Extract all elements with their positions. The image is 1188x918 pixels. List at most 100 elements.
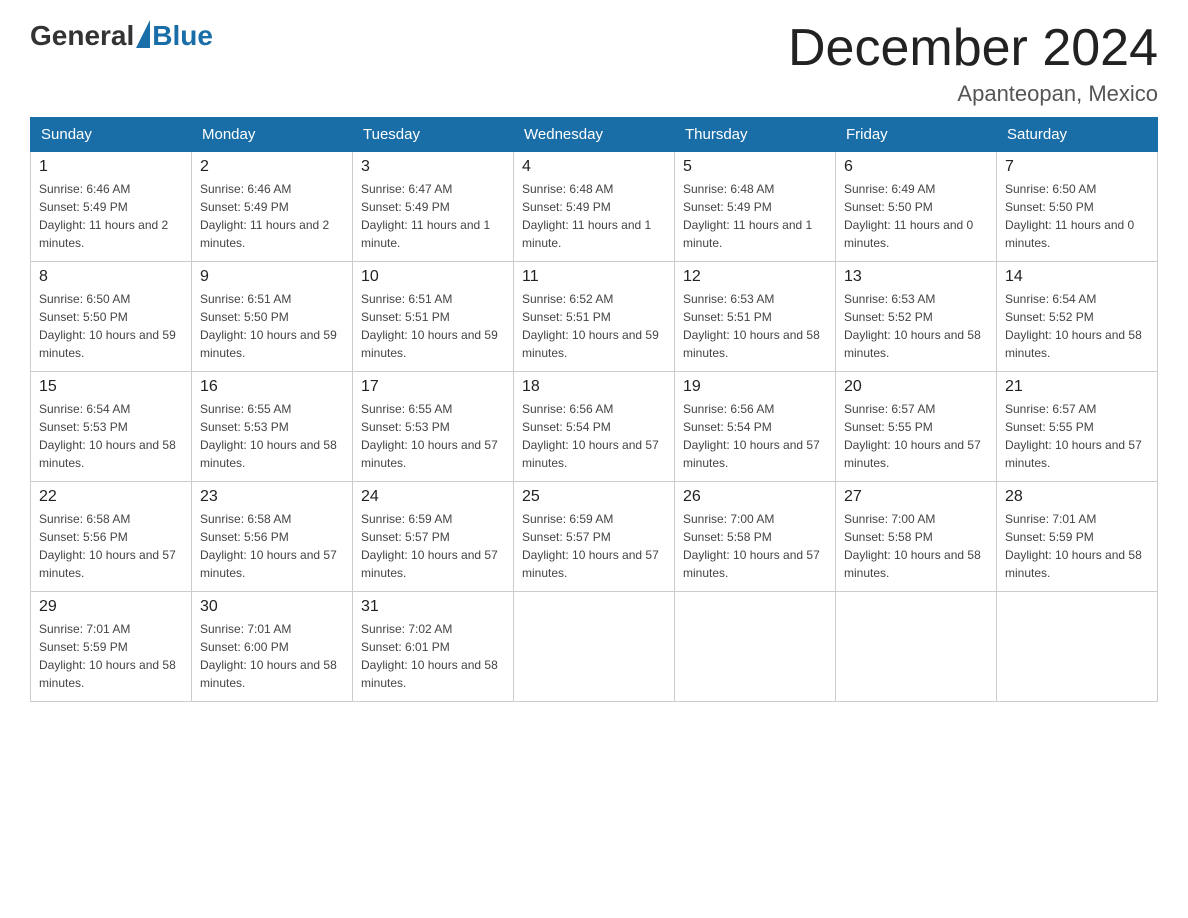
day-info: Sunrise: 6:53 AMSunset: 5:52 PMDaylight:… <box>844 290 988 362</box>
day-info: Sunrise: 6:57 AMSunset: 5:55 PMDaylight:… <box>844 400 988 472</box>
calendar-cell <box>997 592 1158 702</box>
day-info: Sunrise: 6:54 AMSunset: 5:52 PMDaylight:… <box>1005 290 1149 362</box>
calendar-cell: 7Sunrise: 6:50 AMSunset: 5:50 PMDaylight… <box>997 152 1158 262</box>
calendar-cell <box>675 592 836 702</box>
calendar-cell: 2 Sunrise: 6:46 AMSunset: 5:49 PMDaylight… <box>192 152 353 262</box>
day-info: Sunrise: 6:47 AMSunset: 5:49 PMDaylight:… <box>361 180 505 252</box>
day-info: Sunrise: 7:02 AMSunset: 6:01 PMDaylight:… <box>361 620 505 692</box>
day-number: 17 <box>361 378 505 396</box>
day-number: 24 <box>361 488 505 506</box>
header-day-tuesday: Tuesday <box>353 118 514 152</box>
day-number: 13 <box>844 268 988 286</box>
day-number: 16 <box>200 378 344 396</box>
day-number: 23 <box>200 488 344 506</box>
header-day-thursday: Thursday <box>675 118 836 152</box>
day-number: 22 <box>39 488 183 506</box>
calendar-cell: 27 Sunrise: 7:00 AMSunset: 5:58 PMDayligh… <box>836 482 997 592</box>
calendar-cell: 18 Sunrise: 6:56 AMSunset: 5:54 PMDayligh… <box>514 372 675 482</box>
month-title: December 2024 <box>788 20 1158 77</box>
day-number: 14 <box>1005 268 1149 286</box>
calendar-cell: 10 Sunrise: 6:51 AMSunset: 5:51 PMDayligh… <box>353 262 514 372</box>
day-number: 31 <box>361 598 505 616</box>
day-number: 10 <box>361 268 505 286</box>
calendar-cell: 13 Sunrise: 6:53 AMSunset: 5:52 PMDayligh… <box>836 262 997 372</box>
calendar-cell: 15 Sunrise: 6:54 AMSunset: 5:53 PMDayligh… <box>31 372 192 482</box>
calendar-cell: 11Sunrise: 6:52 AMSunset: 5:51 PMDayligh… <box>514 262 675 372</box>
day-info: Sunrise: 6:55 AMSunset: 5:53 PMDaylight:… <box>200 400 344 472</box>
calendar-cell: 9 Sunrise: 6:51 AMSunset: 5:50 PMDaylight… <box>192 262 353 372</box>
logo-general-text: General <box>30 20 134 52</box>
calendar-cell: 1Sunrise: 6:46 AMSunset: 5:49 PMDaylight… <box>31 152 192 262</box>
day-info: Sunrise: 7:00 AMSunset: 5:58 PMDaylight:… <box>844 510 988 582</box>
day-info: Sunrise: 6:51 AMSunset: 5:51 PMDaylight:… <box>361 290 505 362</box>
title-block: December 2024 Apanteopan, Mexico <box>788 20 1158 107</box>
calendar-cell: 23 Sunrise: 6:58 AMSunset: 5:56 PMDayligh… <box>192 482 353 592</box>
day-info: Sunrise: 6:48 AMSunset: 5:49 PMDaylight:… <box>522 180 666 252</box>
calendar-cell <box>514 592 675 702</box>
day-number: 30 <box>200 598 344 616</box>
day-info: Sunrise: 6:56 AMSunset: 5:54 PMDaylight:… <box>522 400 666 472</box>
calendar-cell: 30 Sunrise: 7:01 AMSunset: 6:00 PMDayligh… <box>192 592 353 702</box>
header-day-friday: Friday <box>836 118 997 152</box>
day-info: Sunrise: 6:54 AMSunset: 5:53 PMDaylight:… <box>39 400 183 472</box>
day-info: Sunrise: 6:46 AMSunset: 5:49 PMDaylight:… <box>200 180 344 252</box>
day-number: 29 <box>39 598 183 616</box>
day-info: Sunrise: 6:48 AMSunset: 5:49 PMDaylight:… <box>683 180 827 252</box>
calendar-cell: 31 Sunrise: 7:02 AMSunset: 6:01 PMDayligh… <box>353 592 514 702</box>
day-number: 19 <box>683 378 827 396</box>
calendar-cell: 24 Sunrise: 6:59 AMSunset: 5:57 PMDayligh… <box>353 482 514 592</box>
day-number: 12 <box>683 268 827 286</box>
calendar-cell: 4 Sunrise: 6:48 AMSunset: 5:49 PMDaylight… <box>514 152 675 262</box>
logo-blue-text: Blue <box>152 20 213 52</box>
day-info: Sunrise: 6:58 AMSunset: 5:56 PMDaylight:… <box>200 510 344 582</box>
day-number: 18 <box>522 378 666 396</box>
day-number: 4 <box>522 158 666 176</box>
day-number: 9 <box>200 268 344 286</box>
location-title: Apanteopan, Mexico <box>788 81 1158 107</box>
page-header: General Blue December 2024 Apanteopan, M… <box>30 20 1158 107</box>
day-info: Sunrise: 6:50 AMSunset: 5:50 PMDaylight:… <box>39 290 183 362</box>
day-info: Sunrise: 6:57 AMSunset: 5:55 PMDaylight:… <box>1005 400 1149 472</box>
header-day-sunday: Sunday <box>31 118 192 152</box>
calendar-header-row: SundayMondayTuesdayWednesdayThursdayFrid… <box>31 118 1158 152</box>
calendar-cell: 14 Sunrise: 6:54 AMSunset: 5:52 PMDayligh… <box>997 262 1158 372</box>
day-number: 28 <box>1005 488 1149 506</box>
day-info: Sunrise: 7:00 AMSunset: 5:58 PMDaylight:… <box>683 510 827 582</box>
logo-triangle-icon <box>136 20 150 48</box>
calendar-cell: 29 Sunrise: 7:01 AMSunset: 5:59 PMDayligh… <box>31 592 192 702</box>
day-number: 5 <box>683 158 827 176</box>
calendar-cell: 5 Sunrise: 6:48 AMSunset: 5:49 PMDaylight… <box>675 152 836 262</box>
calendar-cell: 28Sunrise: 7:01 AMSunset: 5:59 PMDayligh… <box>997 482 1158 592</box>
logo: General Blue <box>30 20 213 52</box>
day-info: Sunrise: 7:01 AMSunset: 6:00 PMDaylight:… <box>200 620 344 692</box>
day-info: Sunrise: 6:51 AMSunset: 5:50 PMDaylight:… <box>200 290 344 362</box>
header-day-saturday: Saturday <box>997 118 1158 152</box>
day-number: 6 <box>844 158 988 176</box>
day-info: Sunrise: 6:56 AMSunset: 5:54 PMDaylight:… <box>683 400 827 472</box>
calendar-cell: 25Sunrise: 6:59 AMSunset: 5:57 PMDayligh… <box>514 482 675 592</box>
day-info: Sunrise: 6:53 AMSunset: 5:51 PMDaylight:… <box>683 290 827 362</box>
day-info: Sunrise: 6:59 AMSunset: 5:57 PMDaylight:… <box>361 510 505 582</box>
calendar-cell <box>836 592 997 702</box>
day-info: Sunrise: 6:50 AMSunset: 5:50 PMDaylight:… <box>1005 180 1149 252</box>
header-day-wednesday: Wednesday <box>514 118 675 152</box>
week-row-1: 1Sunrise: 6:46 AMSunset: 5:49 PMDaylight… <box>31 152 1158 262</box>
day-info: Sunrise: 6:59 AMSunset: 5:57 PMDaylight:… <box>522 510 666 582</box>
calendar-cell: 22Sunrise: 6:58 AMSunset: 5:56 PMDayligh… <box>31 482 192 592</box>
day-number: 27 <box>844 488 988 506</box>
header-day-monday: Monday <box>192 118 353 152</box>
calendar-cell: 16 Sunrise: 6:55 AMSunset: 5:53 PMDayligh… <box>192 372 353 482</box>
day-number: 15 <box>39 378 183 396</box>
week-row-4: 22 Sunrise: 6:58 AMSunset: 5:56 PMDayligh… <box>31 482 1158 592</box>
day-number: 2 <box>200 158 344 176</box>
calendar-cell: 8Sunrise: 6:50 AMSunset: 5:50 PMDaylight… <box>31 262 192 372</box>
calendar-table: SundayMondayTuesdayWednesdayThursdayFrid… <box>30 117 1158 702</box>
calendar-cell: 20Sunrise: 6:57 AMSunset: 5:55 PMDayligh… <box>836 372 997 482</box>
day-info: Sunrise: 7:01 AMSunset: 5:59 PMDaylight:… <box>39 620 183 692</box>
day-info: Sunrise: 6:46 AMSunset: 5:49 PMDaylight:… <box>39 180 183 252</box>
day-number: 21 <box>1005 378 1149 396</box>
day-number: 11 <box>522 268 666 286</box>
calendar-cell: 3Sunrise: 6:47 AMSunset: 5:49 PMDaylight… <box>353 152 514 262</box>
calendar-cell: 26 Sunrise: 7:00 AMSunset: 5:58 PMDayligh… <box>675 482 836 592</box>
day-number: 26 <box>683 488 827 506</box>
